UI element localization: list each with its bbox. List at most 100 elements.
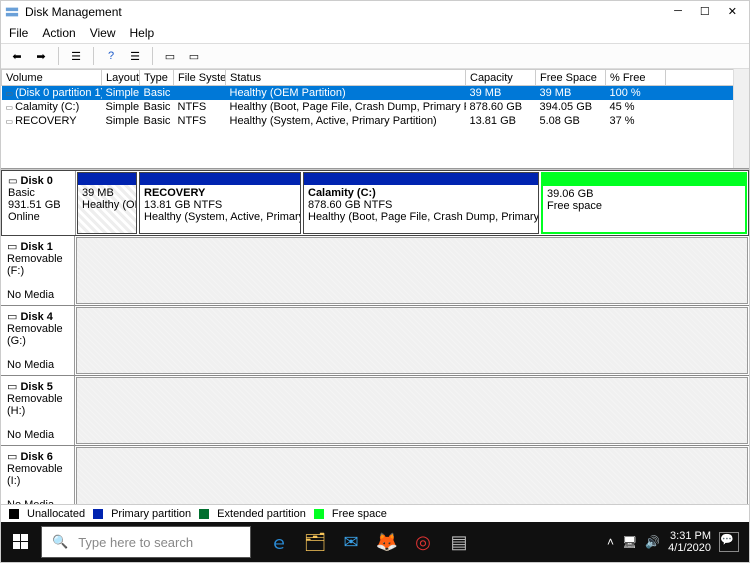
taskbar-edge-icon[interactable]: ｅ	[261, 522, 297, 562]
col-fs[interactable]: File System	[174, 70, 226, 86]
disk-name: Disk 6	[20, 451, 52, 463]
disk-sub: Removable (F:)	[7, 253, 63, 277]
tray-clock[interactable]: 3:31 PM 4/1/2020	[668, 530, 711, 554]
taskbar-explorer-icon[interactable]: 🗂	[297, 522, 333, 562]
separator	[93, 47, 94, 65]
volume-icon	[6, 115, 16, 127]
no-media-region[interactable]	[76, 377, 748, 444]
help-button[interactable]: ?	[101, 46, 121, 66]
partition-size: 878.60 GB NTFS	[308, 199, 392, 211]
minimize-button[interactable]: ─	[674, 5, 682, 18]
col-status[interactable]: Status	[226, 70, 466, 86]
refresh-button[interactable]: ☰	[125, 46, 145, 66]
disk-row[interactable]: ▭ Disk 0 Basic 931.51 GB Online 39 MB He…	[1, 170, 749, 236]
menu-file[interactable]: File	[9, 26, 28, 40]
partition-title: Calamity (C:)	[308, 187, 376, 199]
table-header-row[interactable]: Volume Layout Type File System Status Ca…	[2, 70, 749, 86]
cell: 45 %	[606, 100, 666, 114]
partition-oem[interactable]: 39 MB Healthy (OEM Partition)	[77, 172, 137, 234]
menu-view[interactable]: View	[90, 26, 116, 40]
disk-row[interactable]: ▭ Disk 1 Removable (F:) No Media	[1, 236, 749, 306]
partition-band	[140, 173, 300, 185]
legend-label: Free space	[332, 508, 387, 520]
disk-row[interactable]: ▭ Disk 5 Removable (H:) No Media	[1, 376, 749, 446]
no-media-region[interactable]	[76, 237, 748, 304]
col-free[interactable]: Free Space	[536, 70, 606, 86]
search-box[interactable]: 🔍 Type here to search	[41, 526, 251, 558]
disk-name: Disk 4	[20, 311, 52, 323]
partition-band	[304, 173, 538, 185]
legend-label: Primary partition	[111, 508, 191, 520]
tray-volume-icon[interactable]: 🔊	[645, 535, 660, 549]
disk-icon: ▭	[7, 451, 17, 463]
table-row[interactable]: (Disk 0 partition 1) Simple Basic Health…	[2, 86, 749, 101]
cell: Basic	[140, 114, 174, 128]
separator	[152, 47, 153, 65]
disk-status: Online	[8, 211, 40, 223]
cell	[174, 86, 226, 101]
cell: Healthy (OEM Partition)	[226, 86, 466, 101]
table-row[interactable]: RECOVERY Simple Basic NTFS Healthy (Syst…	[2, 114, 749, 128]
no-media-region[interactable]	[76, 447, 748, 504]
disk-icon: ▭	[7, 241, 17, 253]
disk-row[interactable]: ▭ Disk 4 Removable (G:) No Media	[1, 306, 749, 376]
disk-row[interactable]: ▭ Disk 6 Removable (I:) No Media	[1, 446, 749, 504]
disk-label[interactable]: ▭ Disk 5 Removable (H:) No Media	[1, 376, 75, 445]
taskbar-firefox-icon[interactable]: 🦊	[369, 522, 405, 562]
partition-calamity[interactable]: Calamity (C:) 878.60 GB NTFS Healthy (Bo…	[303, 172, 539, 234]
partition-freespace[interactable]: 39.06 GB Free space	[541, 172, 747, 234]
cell: 39 MB	[466, 86, 536, 101]
tray-network-icon[interactable]: 🖥	[622, 535, 637, 549]
cell: Healthy (Boot, Page File, Crash Dump, Pr…	[226, 100, 466, 114]
cell: Calamity (C:)	[15, 101, 79, 113]
scrollbar[interactable]	[733, 69, 749, 168]
close-button[interactable]: ✕	[728, 5, 737, 18]
tray-chevron-icon[interactable]: ˄	[607, 535, 614, 549]
legend-label: Extended partition	[217, 508, 306, 520]
no-media-region[interactable]	[76, 307, 748, 374]
table-row[interactable]: Calamity (C:) Simple Basic NTFS Healthy …	[2, 100, 749, 114]
disk-size: 931.51 GB	[8, 199, 61, 211]
cell: 878.60 GB	[466, 100, 536, 114]
cell: Healthy (System, Active, Primary Partiti…	[226, 114, 466, 128]
forward-button[interactable]: ➡	[31, 46, 51, 66]
disk-label[interactable]: ▭ Disk 6 Removable (I:) No Media	[1, 446, 75, 504]
taskbar-diskmgmt-icon[interactable]: ▤	[441, 522, 477, 562]
col-volume[interactable]: Volume	[2, 70, 102, 86]
legend-swatch-extended	[199, 509, 209, 519]
disk-label[interactable]: ▭ Disk 4 Removable (G:) No Media	[1, 306, 75, 375]
settings-bottom-button[interactable]: ▭	[184, 46, 204, 66]
col-pct[interactable]: % Free	[606, 70, 666, 86]
col-layout[interactable]: Layout	[102, 70, 140, 86]
taskbar-app-icon[interactable]: ◎	[405, 522, 441, 562]
tray-notifications-icon[interactable]: 💬	[719, 532, 739, 552]
show-hide-tree-button[interactable]: ☰	[66, 46, 86, 66]
disk-sub: Removable (I:)	[7, 463, 63, 487]
disk-name: Disk 1	[20, 241, 52, 253]
settings-top-button[interactable]: ▭	[160, 46, 180, 66]
disk-status: No Media	[7, 429, 54, 441]
volume-table[interactable]: Volume Layout Type File System Status Ca…	[1, 69, 749, 128]
graphical-pane[interactable]: ▭ Disk 0 Basic 931.51 GB Online 39 MB He…	[1, 169, 749, 504]
legend-label: Unallocated	[27, 508, 85, 520]
start-button[interactable]	[1, 522, 41, 562]
col-type[interactable]: Type	[140, 70, 174, 86]
legend: Unallocated Primary partition Extended p…	[1, 504, 749, 522]
titlebar: Disk Management ─ ☐ ✕	[1, 1, 749, 23]
menu-help[interactable]: Help	[130, 26, 155, 40]
windows-icon	[13, 534, 29, 550]
partition-size: 39 MB	[82, 187, 114, 199]
back-button[interactable]: ⬅	[7, 46, 27, 66]
menu-action[interactable]: Action	[42, 26, 75, 40]
col-capacity[interactable]: Capacity	[466, 70, 536, 86]
disk-sub: Removable (G:)	[7, 323, 63, 347]
partition-recovery[interactable]: RECOVERY 13.81 GB NTFS Healthy (System, …	[139, 172, 301, 234]
disk-label[interactable]: ▭ Disk 0 Basic 931.51 GB Online	[2, 171, 76, 235]
taskbar-mail-icon[interactable]: ✉	[333, 522, 369, 562]
disk-status: No Media	[7, 499, 54, 504]
maximize-button[interactable]: ☐	[700, 5, 710, 18]
cell: Basic	[140, 86, 174, 101]
cell: 5.08 GB	[536, 114, 606, 128]
partition-size: 39.06 GB	[547, 188, 593, 200]
disk-label[interactable]: ▭ Disk 1 Removable (F:) No Media	[1, 236, 75, 305]
